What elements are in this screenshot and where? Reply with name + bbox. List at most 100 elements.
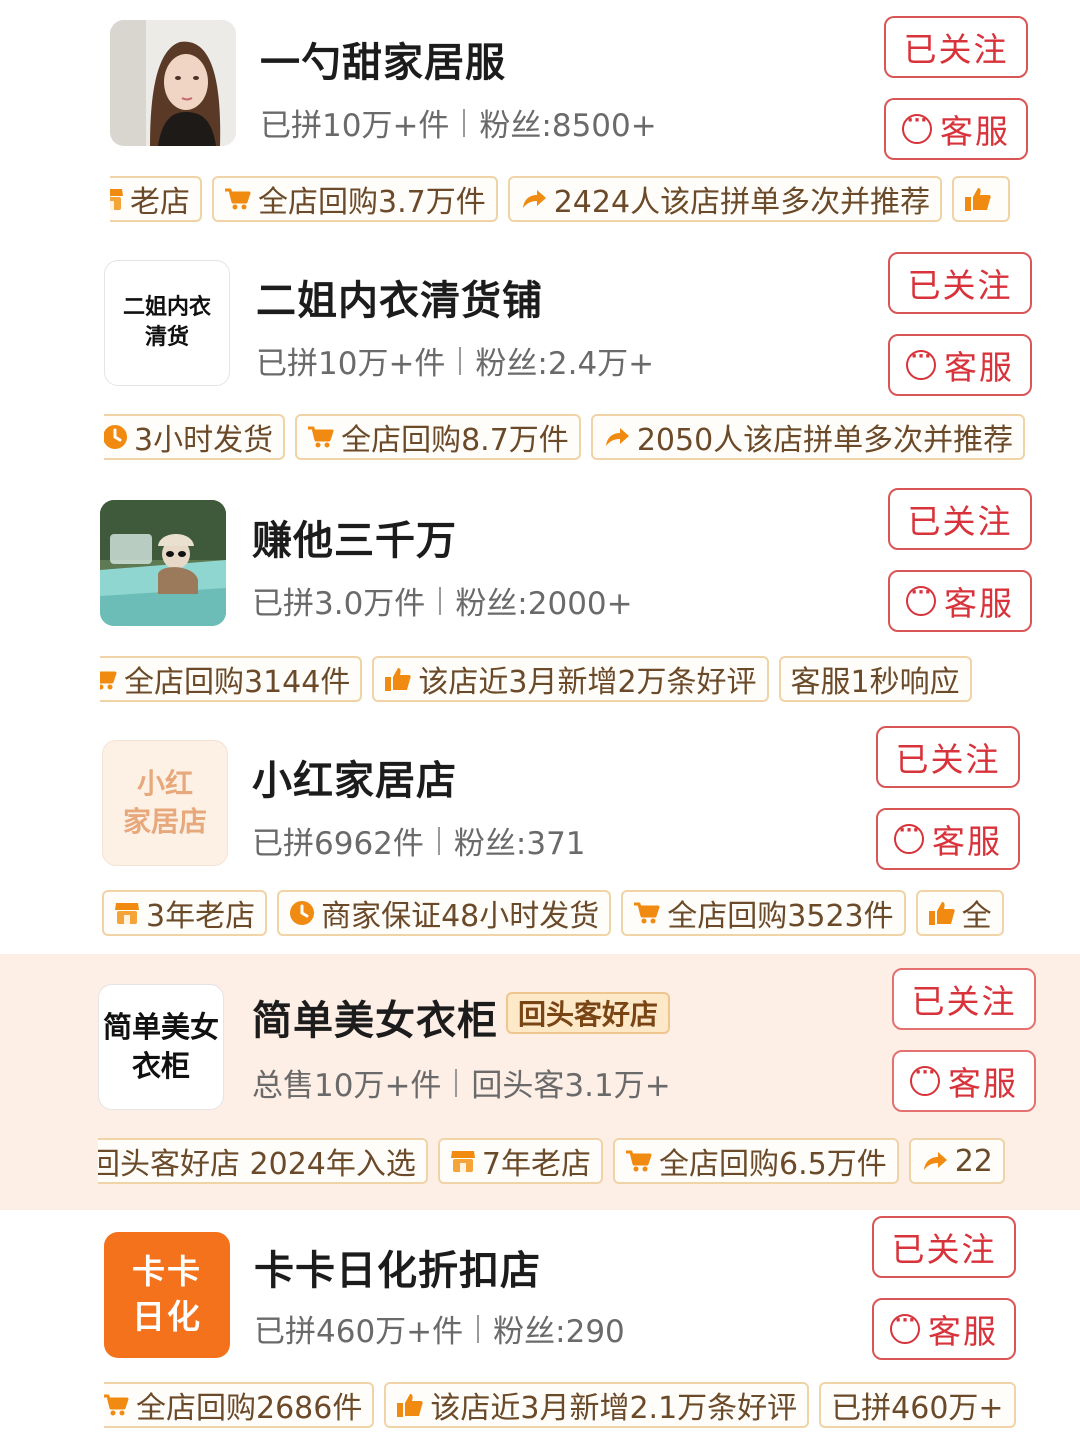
clock-icon [289, 900, 315, 926]
store-tag-label: 客服1秒响应 [790, 665, 960, 700]
stats-divider [439, 586, 442, 615]
customer-service-button[interactable]: 客服 [888, 570, 1032, 632]
sales-count: 已拼10万+件 [256, 346, 446, 382]
store-name[interactable]: 一勺甜家居服 [260, 30, 506, 88]
store-name[interactable]: 小红家居店 [252, 748, 457, 806]
store-tag-label: 7年老店 [481, 1147, 591, 1182]
store-logo[interactable]: 小红 家居店 [102, 740, 228, 866]
stats-divider [477, 1314, 480, 1343]
store-card[interactable]: 小红 家居店小红家居店已拼6962件粉丝:371 已关注客服 3年老店 商家保证48小… [0, 718, 1080, 954]
sales-count: 总售10万+件 [252, 1068, 442, 1104]
store-tag: 3小时发货 [104, 414, 286, 460]
store-stats: 总售10万+件 回头客3.1万+ [252, 1060, 671, 1105]
store-tag-label: 全 [961, 899, 992, 934]
chat-bubble-icon [906, 346, 936, 380]
fans-count: 粉丝:371 [453, 826, 586, 862]
thumb-up-icon [928, 900, 956, 926]
store-logo[interactable]: 简单美女 衣柜 [98, 984, 224, 1110]
cart-icon [307, 425, 335, 449]
store-tag-track: 全店回购3144件 该店近3月新增2万条好评 客服1秒响应 [100, 656, 972, 706]
thumb-up-icon [964, 186, 992, 212]
customer-service-button[interactable]: 客服 [872, 1298, 1016, 1360]
store-logo[interactable]: 卡卡 日化 [104, 1232, 230, 1358]
followed-button[interactable]: 已关注 [888, 252, 1032, 314]
store-card[interactable]: 简单美女 衣柜简单美女衣柜回头客好店总售10万+件回头客3.1万+已关注客服回头… [0, 954, 1080, 1210]
store-tag: 商家保证48小时发货 [277, 890, 612, 936]
store-logo-text: 二姐内衣 清货 [122, 295, 211, 350]
store-tag-row[interactable]: 老店 全店回购3.7万件 2424人该店拼单多次并推荐 [110, 176, 1032, 226]
followed-button[interactable]: 已关注 [876, 726, 1020, 788]
shop-icon [450, 1149, 476, 1173]
customer-service-label: 客服 [944, 348, 1014, 387]
store-tag-label: 全店回购3144件 [124, 665, 351, 700]
store-tag-row[interactable]: 全店回购3144件 该店近3月新增2万条好评 客服1秒响应 [100, 656, 1040, 706]
store-tag: 该店近3月新增2万条好评 [372, 656, 769, 702]
store-tag-label: 全店回购3.7万件 [258, 185, 486, 220]
stats-divider [463, 108, 466, 137]
store-tag-label: 全店回购8.7万件 [341, 423, 569, 458]
store-tag: 3年老店 [102, 890, 268, 936]
store-tag-row[interactable]: 3小时发货 全店回购8.7万件 2050人该店拼单多次并推荐 [104, 414, 1036, 464]
repeat-customer-badge: 回头客好店 [506, 992, 671, 1034]
cart-icon [104, 1393, 130, 1417]
sales-count: 已拼460万+件 [254, 1314, 464, 1350]
store-tag-row[interactable]: 3年老店 商家保证48小时发货 全店回购3523件 全 [102, 890, 1032, 940]
store-tag-track: 全店回购2686件 该店近3月新增2.1万条好评 已拼460万+ [104, 1382, 1016, 1432]
customer-service-button[interactable]: 客服 [876, 808, 1020, 870]
chat-bubble-icon [902, 110, 932, 144]
share-icon [603, 425, 631, 449]
store-tag-label: 3小时发货 [134, 423, 274, 458]
followed-button[interactable]: 已关注 [884, 16, 1028, 78]
store-tag-label: 该店近3月新增2万条好评 [418, 665, 757, 700]
fans-count: 粉丝:8500+ [479, 108, 657, 144]
share-icon [520, 187, 548, 211]
shop-icon [114, 901, 140, 925]
sales-count: 已拼10万+件 [260, 108, 450, 144]
store-logo[interactable]: 二姐内衣 清货 [104, 260, 230, 386]
shop-icon [110, 187, 124, 211]
store-card[interactable]: 卡卡 日化卡卡日化折扣店已拼460万+件粉丝:290 已关注客服全店回购2686件… [0, 1210, 1080, 1440]
followed-button[interactable]: 已关注 [892, 968, 1036, 1030]
store-card[interactable]: 二姐内衣 清货二姐内衣清货铺已拼10万+件粉丝:2.4万+ 已关注客服 3小时发货 全… [0, 238, 1080, 478]
store-name[interactable]: 二姐内衣清货铺 [256, 268, 543, 326]
fans-count: 回头客3.1万+ [471, 1068, 671, 1104]
customer-service-button[interactable]: 客服 [884, 98, 1028, 160]
customer-service-button[interactable]: 客服 [892, 1050, 1036, 1112]
store-logo-text: 卡卡 日化 [132, 1252, 202, 1336]
store-card[interactable]: 赚他三千万已拼3.0万件粉丝:2000+ 已关注客服全店回购3144件 该店近3月新… [0, 478, 1080, 718]
customer-service-label: 客服 [928, 1312, 998, 1351]
store-stats: 已拼10万+件 粉丝:2.4万+ [256, 338, 654, 383]
store-logo[interactable] [100, 500, 226, 626]
store-tag-row[interactable]: 全店回购2686件 该店近3月新增2.1万条好评 已拼460万+ [104, 1382, 1028, 1432]
store-name[interactable]: 卡卡日化折扣店 [254, 1238, 541, 1296]
store-card[interactable]: 一勺甜家居服已拼10万+件粉丝:8500+ 已关注客服老店 全店回购3.7万件 242… [0, 0, 1080, 238]
store-logo-photo [100, 500, 226, 626]
stats-divider [455, 1068, 458, 1097]
fans-count: 粉丝:2.4万+ [475, 346, 655, 382]
stats-divider [437, 826, 440, 855]
store-tag-label: 全店回购3523件 [667, 899, 894, 934]
store-logo[interactable] [110, 20, 236, 146]
store-tag: 全店回购6.5万件 [612, 1138, 899, 1184]
store-tag: 回头客好店 2024年入选 [98, 1138, 428, 1184]
store-tag-label: 3年老店 [146, 899, 256, 934]
fans-count: 粉丝:290 [493, 1314, 625, 1350]
customer-service-button[interactable]: 客服 [888, 334, 1032, 396]
store-tag: 全店回购3523件 [621, 890, 906, 936]
store-tag-row[interactable]: 回头客好店 2024年入选 7年老店 全店回购6.5万件 22 [98, 1138, 1044, 1188]
followed-button[interactable]: 已关注 [872, 1216, 1016, 1278]
store-tag-label: 该店近3月新增2.1万条好评 [430, 1391, 798, 1426]
store-stats: 已拼6962件 粉丝:371 [252, 818, 586, 863]
chat-bubble-icon [910, 1062, 940, 1096]
store-tag-label: 全店回购6.5万件 [658, 1147, 887, 1182]
store-name[interactable]: 赚他三千万 [252, 508, 457, 566]
store-name[interactable]: 简单美女衣柜 [252, 988, 498, 1046]
store-tag: 全 [915, 890, 1004, 936]
store-tag-label: 全店回购2686件 [136, 1391, 363, 1426]
sales-count: 已拼3.0万件 [252, 586, 426, 622]
thumb-up-icon [384, 666, 412, 692]
store-logo-text: 小红 家居店 [122, 767, 207, 838]
followed-button[interactable]: 已关注 [888, 488, 1032, 550]
cart-icon [633, 901, 661, 925]
clock-icon [104, 424, 128, 450]
